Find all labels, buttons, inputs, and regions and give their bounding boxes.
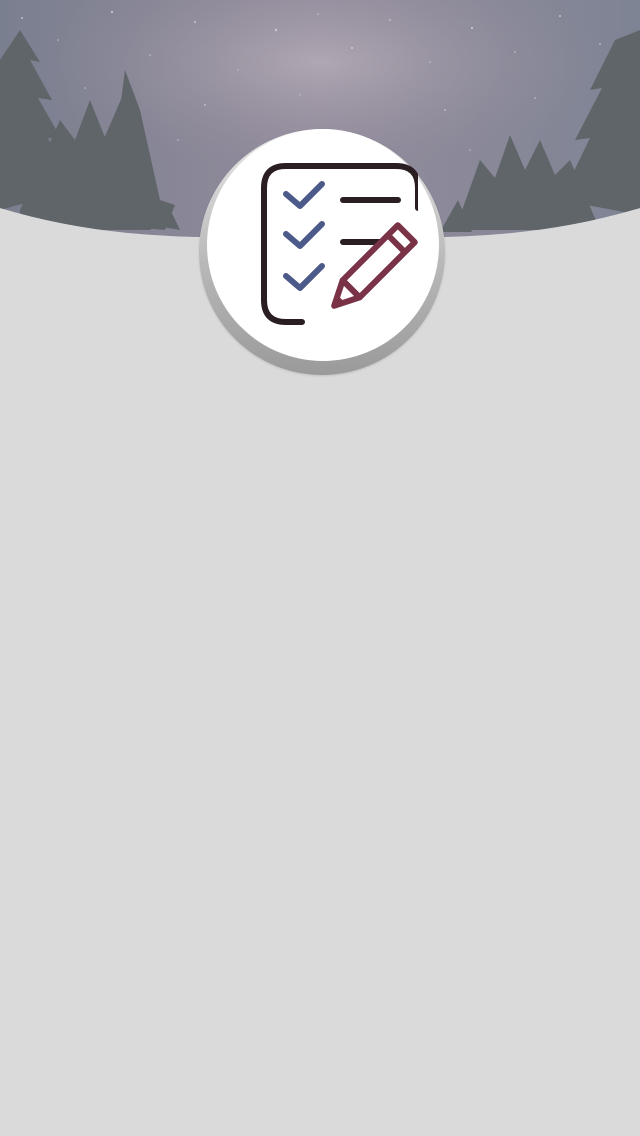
check-mark-icon-3 (283, 263, 325, 291)
pencil-icon (331, 222, 418, 309)
splash-screen (0, 0, 640, 1136)
checklist-pencil-icon (261, 163, 418, 325)
check-mark-icon-2 (283, 221, 325, 249)
check-mark-icon-1 (283, 181, 325, 209)
content-area (0, 380, 640, 1136)
app-logo (207, 129, 439, 361)
